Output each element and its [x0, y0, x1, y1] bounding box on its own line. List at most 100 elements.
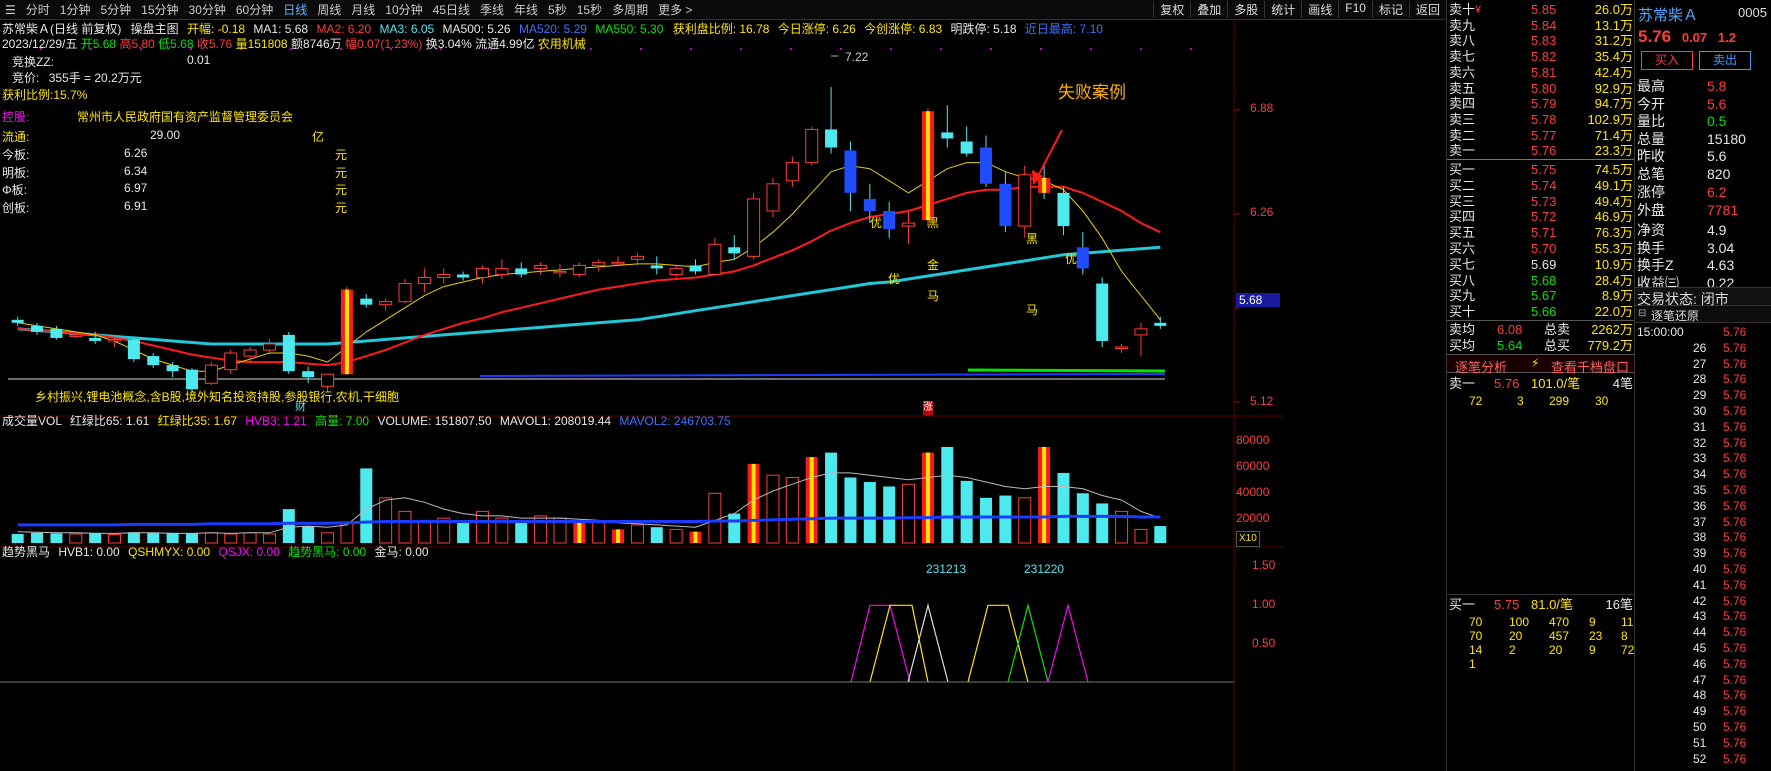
- bid-volume: 55.3万: [1594, 241, 1633, 256]
- tick-price: 5.76: [1723, 356, 1747, 371]
- toolbar-button[interactable]: 多股: [1227, 1, 1264, 18]
- quote-stat-label: 今开: [1637, 95, 1665, 112]
- book-tabs: 逐笔分析 ⚡ 查看千档盘口: [1447, 354, 1634, 376]
- candle: [340, 286, 353, 375]
- ask-level: 卖七 5.82 35.4万: [1449, 49, 1633, 66]
- volume-bar: [147, 532, 160, 543]
- period-tab[interactable]: 日线: [278, 1, 312, 18]
- candle-body: [553, 270, 567, 274]
- period-tab[interactable]: 更多 >: [653, 1, 697, 18]
- tick-time: 32: [1693, 435, 1707, 450]
- menu-icon[interactable]: ☰: [0, 3, 21, 17]
- ask-label: 卖九: [1449, 17, 1476, 33]
- period-tab[interactable]: 15秒: [572, 1, 607, 18]
- candle-body: [650, 265, 663, 269]
- period-tab[interactable]: 15分钟: [136, 1, 183, 18]
- vol-title[interactable]: 成交量VOL: [2, 414, 62, 428]
- limit-row-value: 6.26: [124, 146, 148, 160]
- ask-price: 5.76: [1531, 143, 1557, 159]
- bid-price: 5.70: [1531, 241, 1557, 256]
- period-tab[interactable]: 5秒: [543, 1, 572, 18]
- bid-level: 买六 5.70 55.3万: [1449, 241, 1633, 258]
- x10-badge[interactable]: X10: [1236, 531, 1260, 547]
- sell-button[interactable]: 卖出: [1699, 51, 1751, 70]
- period-tab[interactable]: 分时: [21, 1, 55, 18]
- trend-header: 趋势黑马 HVB1: 0.00 QSHMYX: 0.00 QSJX: 0.00 …: [2, 545, 429, 559]
- quote-stat-label: 净资: [1637, 222, 1665, 238]
- period-tab[interactable]: 月线: [346, 1, 380, 18]
- bid-level: 买三 5.73 49.4万: [1449, 194, 1633, 211]
- sell1-order-1: 72: [1469, 394, 1483, 408]
- trend-title[interactable]: 趋势黑马: [2, 545, 50, 559]
- bid-row: 竞价: 355手 = 20.2万元: [2, 69, 142, 86]
- period-tab[interactable]: 1分钟: [55, 1, 96, 18]
- marker-dot: [640, 48, 642, 50]
- volume-bar: [1057, 472, 1070, 543]
- candle-body: [689, 265, 702, 272]
- bid-label: 买四: [1449, 209, 1476, 225]
- ask-volume: 23.3万: [1594, 143, 1633, 159]
- volume-bar: [262, 533, 276, 544]
- buy1-label: 买一: [1449, 597, 1476, 612]
- hlb65: 红绿比65: 1.61: [69, 414, 150, 428]
- quote-stat-label: 昨收: [1637, 148, 1665, 164]
- tick-header[interactable]: ⊟ 逐笔还原: [1635, 306, 1771, 323]
- tick-price: 5.76: [1723, 498, 1747, 513]
- chart-mode[interactable]: 操盘主图: [131, 22, 179, 36]
- tab-view-depth[interactable]: 查看千档盘口: [1551, 357, 1629, 376]
- qsheima: 趋势黑马: 0.00: [288, 545, 367, 559]
- candle: [127, 337, 140, 363]
- tick-time: 36: [1693, 498, 1707, 513]
- tick-price: 5.76: [1723, 467, 1747, 482]
- bid-label: 买九: [1449, 288, 1476, 304]
- bid-label: 买五: [1449, 225, 1476, 241]
- toolbar-button[interactable]: F10: [1338, 1, 1372, 18]
- quote-stat-value: 6.2: [1707, 184, 1727, 200]
- hlb35: 红绿比35: 1.67: [157, 414, 238, 428]
- ask-volume: 13.1万: [1594, 17, 1633, 33]
- toolbar-button[interactable]: 统计: [1264, 1, 1301, 18]
- candle-body: [437, 273, 451, 278]
- total-buy-label: 总买: [1544, 338, 1571, 353]
- period-tab[interactable]: 30分钟: [184, 1, 231, 18]
- tab-tick-analysis[interactable]: 逐笔分析: [1455, 357, 1507, 376]
- candle-body: [669, 267, 683, 275]
- toolbar-button[interactable]: 复权: [1153, 1, 1190, 18]
- tick-price: 5.76: [1723, 641, 1747, 655]
- ma520: MA520: 5.29: [518, 22, 587, 36]
- gaoliang: 高量: 7.00: [315, 414, 370, 428]
- period-tab[interactable]: 45日线: [428, 1, 475, 18]
- period-tab[interactable]: 5分钟: [95, 1, 136, 18]
- quote-stat-value: 3.04: [1707, 239, 1735, 256]
- volume-bar: [999, 495, 1012, 543]
- ask-label: 卖四: [1449, 96, 1476, 112]
- buy1-summary: 买一 5.75 81.0/笔 16笔: [1449, 597, 1633, 614]
- period-tab[interactable]: 季线: [475, 1, 509, 18]
- candle-body: [1134, 328, 1148, 336]
- limit-row-value: 6.91: [124, 198, 148, 213]
- vol-volume: VOLUME: 151807.50: [377, 414, 492, 428]
- collapse-icon[interactable]: ⊟: [1638, 308, 1646, 319]
- period-tab[interactable]: 年线: [509, 1, 543, 18]
- bid-price: 5.75: [1531, 162, 1557, 177]
- period-tab[interactable]: 多周期: [607, 1, 653, 18]
- limit-row-value: 6.97: [124, 181, 148, 195]
- buy-button[interactable]: 买入: [1641, 51, 1693, 70]
- tick-price: 5.76: [1723, 514, 1747, 529]
- period-tab[interactable]: 周线: [312, 1, 346, 18]
- candle-body: [204, 364, 218, 384]
- current-price-tag: 5.68: [1236, 293, 1280, 307]
- quote-title: 苏常柴Ａ 0005: [1635, 2, 1771, 24]
- period-tab[interactable]: 10分钟: [380, 1, 427, 18]
- candle-body: [417, 276, 431, 285]
- toolbar-button[interactable]: 叠加: [1190, 1, 1227, 18]
- sell1-qty: 101.0/笔: [1531, 376, 1581, 391]
- period-tab[interactable]: 60分钟: [231, 1, 278, 18]
- toolbar-button[interactable]: 标记: [1371, 1, 1409, 18]
- tick-price: 5.76: [1723, 672, 1747, 687]
- candle-info: 2023/12/29/五 开5.68 高5.80 低5.68 收5.76 量15…: [2, 37, 586, 51]
- toolbar-button[interactable]: 画线: [1301, 1, 1338, 18]
- bid-label: 买十: [1449, 304, 1476, 320]
- toolbar-button[interactable]: 返回: [1408, 1, 1446, 18]
- quote-stat-value: 5.6: [1707, 95, 1727, 112]
